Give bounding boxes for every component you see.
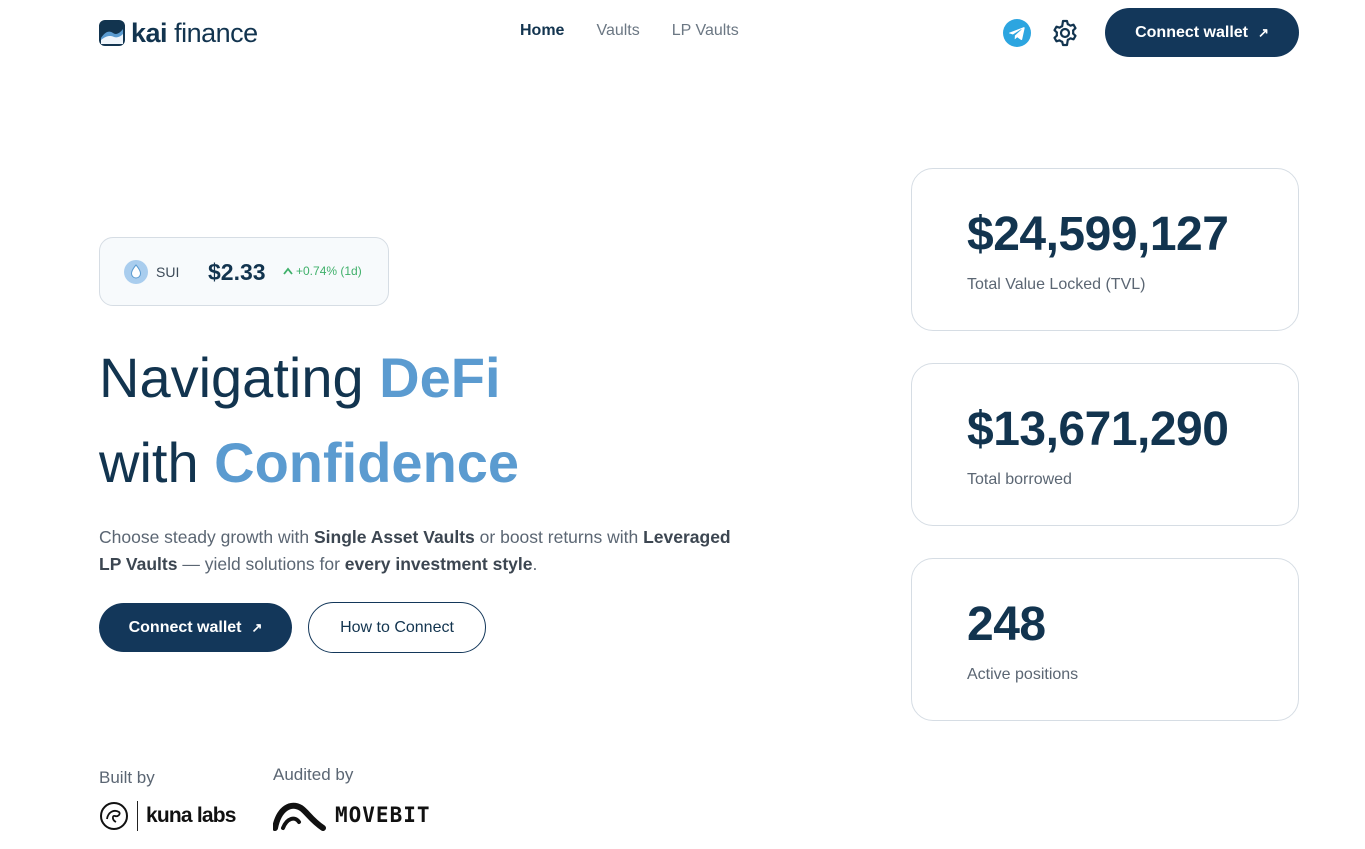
logo-finance: finance bbox=[174, 17, 258, 48]
built-by-label: Built by bbox=[99, 768, 155, 787]
sui-icon bbox=[124, 260, 148, 284]
stat-label: Total Value Locked (TVL) bbox=[967, 276, 1146, 293]
hero-title: Navigating DeFi with Confidence bbox=[99, 335, 739, 505]
sub-text-2: or boost returns with bbox=[474, 527, 644, 547]
stat-value: $24,599,127 bbox=[967, 208, 1229, 261]
arrow-up-right-icon: ↗ bbox=[1258, 24, 1269, 40]
telegram-icon[interactable] bbox=[1003, 19, 1031, 47]
movebit-name: MOVEBIT bbox=[335, 803, 431, 827]
nav-home[interactable]: Home bbox=[520, 22, 564, 40]
hero-line1-accent: DeFi bbox=[379, 346, 501, 409]
kuna-separator bbox=[137, 801, 138, 831]
sub-bold-1: Single Asset Vaults bbox=[313, 527, 475, 547]
stat-label: Total borrowed bbox=[967, 471, 1072, 488]
kai-finance-logo[interactable]: kai finance bbox=[99, 19, 258, 47]
sub-text-3: — yield solutions for bbox=[177, 554, 345, 574]
ticker-symbol: SUI bbox=[156, 264, 180, 280]
gear-icon[interactable] bbox=[1050, 18, 1080, 48]
sui-price-ticker: SUI $2.33 +0.74% (1d) bbox=[99, 237, 389, 306]
logo-kai: kai bbox=[131, 17, 168, 48]
ticker-change: +0.74% (1d) bbox=[283, 264, 362, 278]
sub-bold-3: every investment style bbox=[344, 554, 533, 574]
stat-card-tvl: $24,599,127 Total Value Locked (TVL) bbox=[911, 168, 1299, 331]
hero-connect-label: Connect wallet bbox=[128, 618, 242, 636]
logo-text: kai finance bbox=[131, 17, 258, 48]
stat-value: $13,671,290 bbox=[967, 403, 1229, 456]
movebit-icon bbox=[273, 802, 326, 831]
sub-text-4: . bbox=[532, 554, 538, 574]
stat-card-borrowed: $13,671,290 Total borrowed bbox=[911, 363, 1299, 526]
ticker-price: $2.33 bbox=[208, 259, 266, 285]
hero-subtitle: Choose steady growth with Single Asset V… bbox=[99, 524, 739, 578]
main-nav: Home Vaults LP Vaults bbox=[520, 22, 739, 40]
hero-line2-plain: with bbox=[99, 431, 215, 494]
movebit-logo[interactable]: MOVEBIT bbox=[273, 798, 431, 832]
stat-value: 248 bbox=[967, 598, 1046, 651]
top-header: kai finance Home Vaults LP Vaults Connec… bbox=[0, 0, 1365, 66]
hero-connect-wallet-button[interactable]: Connect wallet ↗ bbox=[99, 603, 292, 652]
kuna-labs-name: kuna labs bbox=[146, 804, 236, 827]
chevron-up-icon bbox=[283, 267, 293, 275]
kai-logo-icon bbox=[99, 20, 125, 46]
how-to-connect-button[interactable]: How to Connect bbox=[308, 602, 486, 653]
nav-lp-vaults[interactable]: LP Vaults bbox=[672, 22, 739, 40]
kuna-labs-logo[interactable]: kuna labs bbox=[99, 801, 236, 831]
sub-text-1: Choose steady growth with bbox=[99, 527, 314, 547]
header-connect-wallet-button[interactable]: Connect wallet ↗ bbox=[1105, 8, 1299, 57]
hero-line2-accent: Confidence bbox=[214, 431, 520, 494]
hero-line1-plain: Navigating bbox=[99, 346, 380, 409]
audited-by-label: Audited by bbox=[273, 765, 354, 784]
stat-label: Active positions bbox=[967, 666, 1079, 683]
stat-card-positions: 248 Active positions bbox=[911, 558, 1299, 721]
arrow-up-right-icon: ↗ bbox=[251, 619, 263, 635]
nav-vaults[interactable]: Vaults bbox=[596, 22, 639, 40]
ticker-change-value: +0.74% (1d) bbox=[296, 264, 362, 278]
kuna-labs-icon bbox=[100, 802, 128, 830]
connect-wallet-label: Connect wallet bbox=[1135, 23, 1248, 41]
